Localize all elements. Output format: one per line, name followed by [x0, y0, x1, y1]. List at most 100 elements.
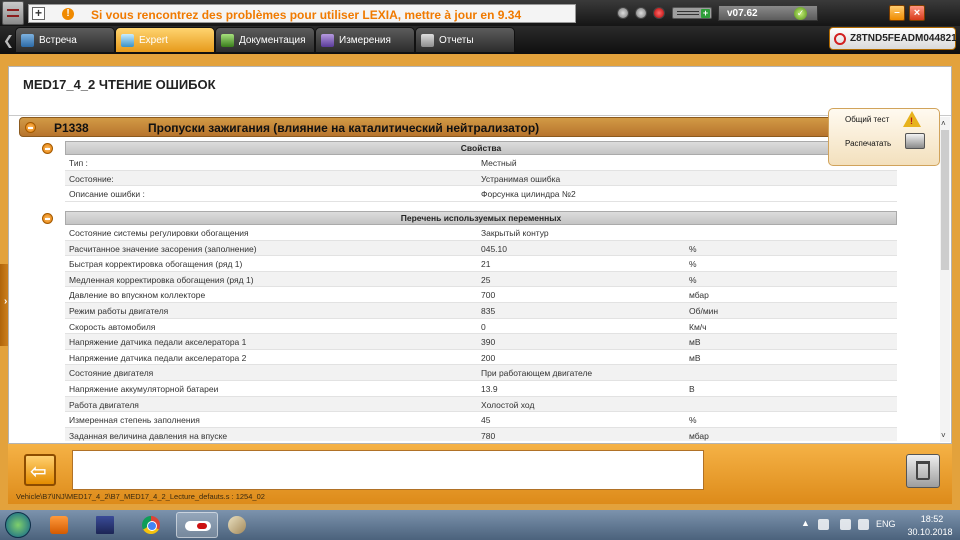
scroll-thumb[interactable]	[941, 130, 949, 270]
tab-meeting[interactable]: Встреча	[15, 27, 115, 53]
row-value: Форсунка цилиндра №2	[481, 189, 576, 200]
language-indicator[interactable]: ENG	[876, 519, 896, 529]
clock-time[interactable]: 18:52	[912, 514, 952, 524]
clock-date[interactable]: 30.10.2018	[904, 527, 956, 537]
table-row: Описание ошибки : Форсунка цилиндра №2	[65, 186, 897, 202]
row-name: Работа двигателя	[69, 399, 139, 410]
row-name: Состояние:	[69, 173, 114, 184]
row-value: 700	[481, 290, 496, 301]
arrow-left-icon: ⇦	[30, 461, 47, 483]
row-name: Заданная величина давления на впуске	[69, 430, 228, 441]
paint-app[interactable]	[216, 512, 258, 538]
save-app[interactable]	[84, 512, 126, 538]
start-button[interactable]	[5, 512, 31, 538]
row-unit: мбар	[689, 430, 709, 441]
meeting-icon	[21, 34, 34, 47]
table-row: Тип : Местный	[65, 155, 897, 171]
update-message-box: + ! Si vous rencontrez des problèmes pou…	[28, 4, 576, 23]
warning-triangle-icon[interactable]: !	[903, 111, 921, 127]
plus-icon[interactable]: +	[32, 7, 45, 20]
paint-icon	[228, 516, 246, 534]
power-icon	[834, 33, 846, 45]
row-value: Устранимая ошибка	[481, 173, 561, 184]
version-box: v07.62 ✓	[718, 5, 818, 21]
content-panel: MED17_4_2 ЧТЕНИЕ ОШИБОК P1338 Пропуски з…	[8, 66, 952, 444]
variables-section: Перечень используемых переменных Состоян…	[42, 211, 909, 441]
row-value: 25	[481, 274, 491, 285]
row-name: Быстрая корректировка обогащения (ряд 1)	[69, 259, 243, 270]
row-unit: мВ	[689, 337, 701, 348]
row-unit: %	[689, 243, 697, 254]
general-test-button[interactable]: Общий тест	[845, 115, 889, 124]
fault-description: Пропуски зажигания (влияние на каталитич…	[148, 121, 540, 135]
table-row: Измеренная степень заполнения 45 %	[65, 412, 897, 428]
table-row: Напряжение аккумуляторной батареи 13.9 В	[65, 381, 897, 397]
save-disk-icon	[96, 516, 114, 534]
minimize-button[interactable]: –	[889, 5, 905, 21]
chevron-left-icon[interactable]: ❮	[3, 33, 14, 49]
row-unit: мВ	[689, 352, 701, 363]
update-message: Si vous rencontrez des problèmes pour ut…	[91, 8, 522, 22]
tabs-bar: ❮ Встреча Expert Документация Измерения …	[0, 26, 960, 54]
close-button[interactable]: ×	[909, 5, 925, 21]
media-player-app[interactable]	[38, 512, 80, 538]
vertical-scrollbar[interactable]: ˄ ˅	[940, 117, 950, 442]
table-row: Медленная корректировка обогащения (ряд …	[65, 271, 897, 288]
row-name: Тип :	[69, 158, 88, 168]
collapse-icon[interactable]	[25, 122, 36, 133]
recycle-bin-button[interactable]	[906, 454, 940, 488]
taskbar: ▲ ENG 18:52 30.10.2018	[0, 510, 960, 540]
collapse-icon[interactable]	[42, 213, 53, 224]
record-icon[interactable]	[653, 7, 665, 19]
row-value: 390	[481, 337, 496, 348]
usb-icon[interactable]	[635, 7, 647, 19]
row-name: Состояние системы регулировки обогащения	[69, 228, 249, 238]
battery-tray-icon[interactable]	[840, 519, 851, 530]
collapse-icon[interactable]	[42, 143, 53, 154]
row-value: 45	[481, 415, 491, 426]
back-button[interactable]: ⇦	[24, 454, 56, 486]
row-value: 045.10	[481, 243, 507, 254]
chrome-app[interactable]	[130, 512, 172, 538]
table-row: Давление во впускном коллекторе 700 мбар	[65, 287, 897, 303]
battery-icon: +	[672, 7, 712, 19]
expert-icon	[121, 34, 134, 47]
tray-expand-icon[interactable]: ▲	[801, 518, 812, 529]
measure-icon	[321, 34, 334, 47]
cd-icon[interactable]	[617, 7, 629, 19]
table-row: Напряжение датчика педали акселератора 1…	[65, 334, 897, 350]
lexia-icon	[185, 521, 211, 531]
table-row: Быстрая корректировка обогащения (ряд 1)…	[65, 256, 897, 272]
scroll-up-icon[interactable]: ˄	[941, 119, 946, 128]
network-tray-icon[interactable]	[818, 519, 829, 530]
row-value: 13.9	[481, 384, 498, 394]
table-row: Режим работы двигателя 835 Об/мин	[65, 303, 897, 319]
tab-label: Отчеты	[439, 35, 474, 46]
battery-plus-icon: +	[701, 8, 710, 18]
row-unit: %	[689, 259, 697, 270]
volume-tray-icon[interactable]	[858, 519, 869, 530]
row-value: 200	[481, 352, 496, 363]
tab-measurements[interactable]: Измерения	[315, 27, 415, 53]
main-area: › MED17_4_2 ЧТЕНИЕ ОШИБОК P1338 Пропуски…	[0, 54, 960, 510]
vin-number: Z8TND5FEADM044821	[850, 33, 957, 44]
print-button[interactable]: Распечатать	[845, 139, 891, 148]
row-value: Местный	[481, 158, 517, 168]
fault-list[interactable]: P1338 Пропуски зажигания (влияние на кат…	[17, 117, 941, 441]
row-name: Скорость автомобиля	[69, 321, 156, 332]
scroll-down-icon[interactable]: ˅	[941, 431, 946, 440]
table-row: Расчитанное значение засорения (заполнен…	[65, 240, 897, 257]
row-value: Холостой ход	[481, 399, 535, 410]
fault-header[interactable]: P1338 Пропуски зажигания (влияние на кат…	[19, 117, 941, 137]
row-value: 21	[481, 259, 491, 270]
lexia-app[interactable]	[176, 512, 218, 538]
tab-documentation[interactable]: Документация	[215, 27, 315, 53]
tab-expert[interactable]: Expert	[115, 27, 215, 53]
table-row: Скорость автомобиля 0 Км/ч	[65, 319, 897, 335]
tab-reports[interactable]: Отчеты	[415, 27, 515, 53]
message-field[interactable]	[72, 450, 704, 490]
row-name: Напряжение датчика педали акселератора 2	[69, 352, 247, 363]
printer-icon[interactable]	[905, 133, 925, 149]
vin-box[interactable]: Z8TND5FEADM044821	[829, 27, 957, 50]
check-icon[interactable]: ✓	[794, 7, 807, 20]
